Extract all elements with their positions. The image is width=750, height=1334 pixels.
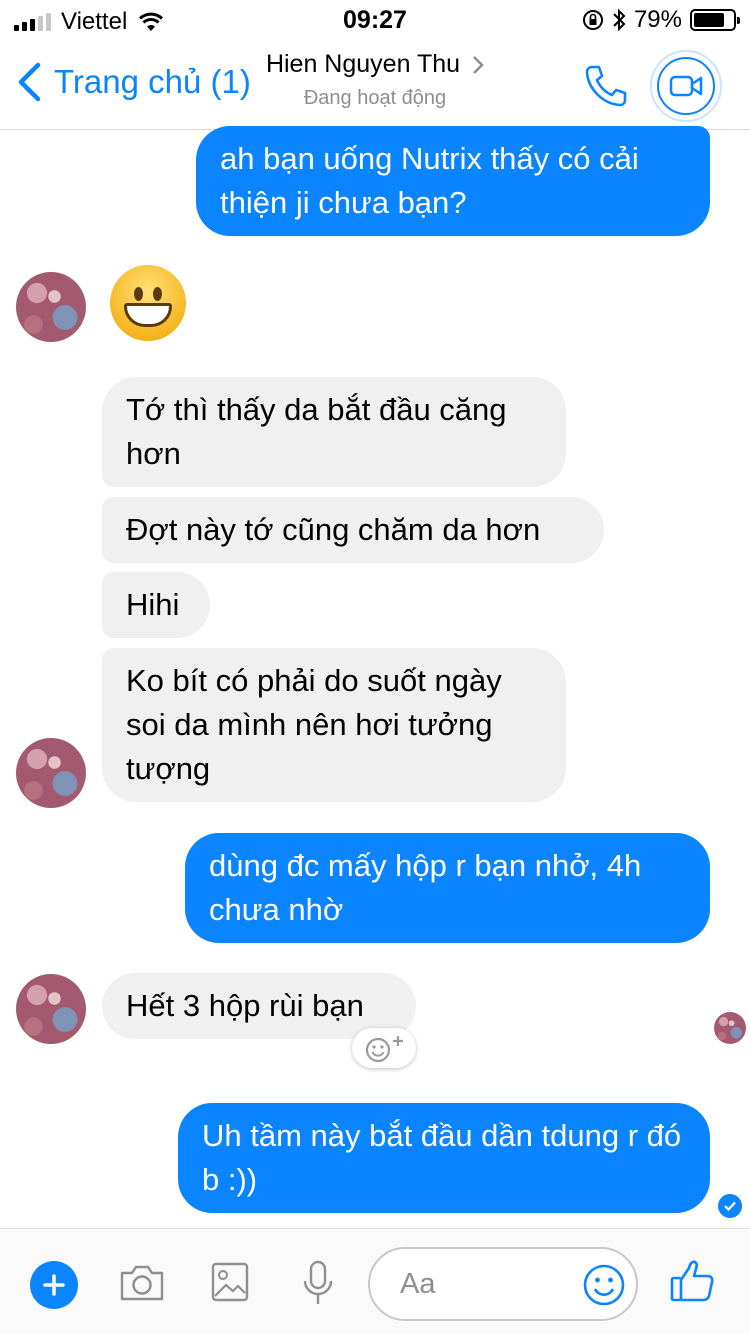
contact-info[interactable]: Hien Nguyen Thu Đang hoạt động xyxy=(0,50,750,110)
message-incoming[interactable]: Hihi xyxy=(102,572,210,638)
message-incoming[interactable]: Ko bít có phải do suốt ngày soi da mình … xyxy=(102,648,566,802)
phone-icon xyxy=(585,65,627,107)
contact-name: Hien Nguyen Thu xyxy=(265,50,461,78)
avatar[interactable] xyxy=(16,974,86,1044)
voice-message-button[interactable] xyxy=(300,1259,336,1312)
message-input[interactable]: Aa xyxy=(368,1247,638,1321)
battery-icon xyxy=(690,9,740,31)
bluetooth-icon xyxy=(613,8,626,32)
chevron-right-icon xyxy=(473,55,484,74)
battery-percent: 79% xyxy=(633,6,682,33)
image-icon xyxy=(211,1262,249,1302)
camera-icon xyxy=(120,1265,164,1301)
status-bar: Viettel 09:27 79% xyxy=(0,0,750,40)
message-input-placeholder: Aa xyxy=(400,1268,436,1300)
plus-icon xyxy=(43,1274,65,1296)
message-outgoing[interactable]: ah bạn uống Nutrix thấy có cải thiện ji … xyxy=(196,126,710,236)
video-camera-icon xyxy=(669,75,703,97)
emoji-icon xyxy=(583,1264,625,1306)
plus-button[interactable] xyxy=(30,1261,78,1309)
video-call-button[interactable] xyxy=(650,50,722,122)
add-reaction-button[interactable] xyxy=(352,1028,416,1068)
avatar[interactable] xyxy=(16,738,86,808)
emoji-button[interactable] xyxy=(582,1263,626,1312)
camera-button[interactable] xyxy=(118,1263,166,1308)
message-outgoing[interactable]: Uh tầm này bắt đầu dần tdung r đó b :)) xyxy=(178,1103,710,1213)
add-reaction-icon xyxy=(365,1036,403,1063)
avatar[interactable] xyxy=(16,272,86,342)
composer-bar: Aa xyxy=(0,1228,750,1334)
voice-call-button[interactable] xyxy=(580,60,632,112)
orientation-lock-icon xyxy=(582,10,603,30)
conversation-header: Trang chủ (1) Hien Nguyen Thu Đang hoạt … xyxy=(0,40,750,130)
grinning-face-emoji-icon[interactable] xyxy=(110,265,186,341)
message-outgoing[interactable]: dùng đc mấy hộp r bạn nhở, 4h chưa nhờ xyxy=(185,833,710,943)
like-button[interactable] xyxy=(668,1257,716,1310)
microphone-icon xyxy=(303,1260,333,1304)
contact-status: Đang hoạt động xyxy=(303,87,447,109)
seen-avatar xyxy=(714,1012,746,1044)
message-incoming[interactable]: Tớ thì thấy da bắt đầu căng hơn xyxy=(102,377,566,487)
message-incoming[interactable]: Đợt này tớ cũng chăm da hơn xyxy=(102,497,604,563)
delivered-check-icon xyxy=(718,1194,742,1218)
thumbs-up-icon xyxy=(670,1260,714,1302)
gallery-button[interactable] xyxy=(210,1261,250,1308)
